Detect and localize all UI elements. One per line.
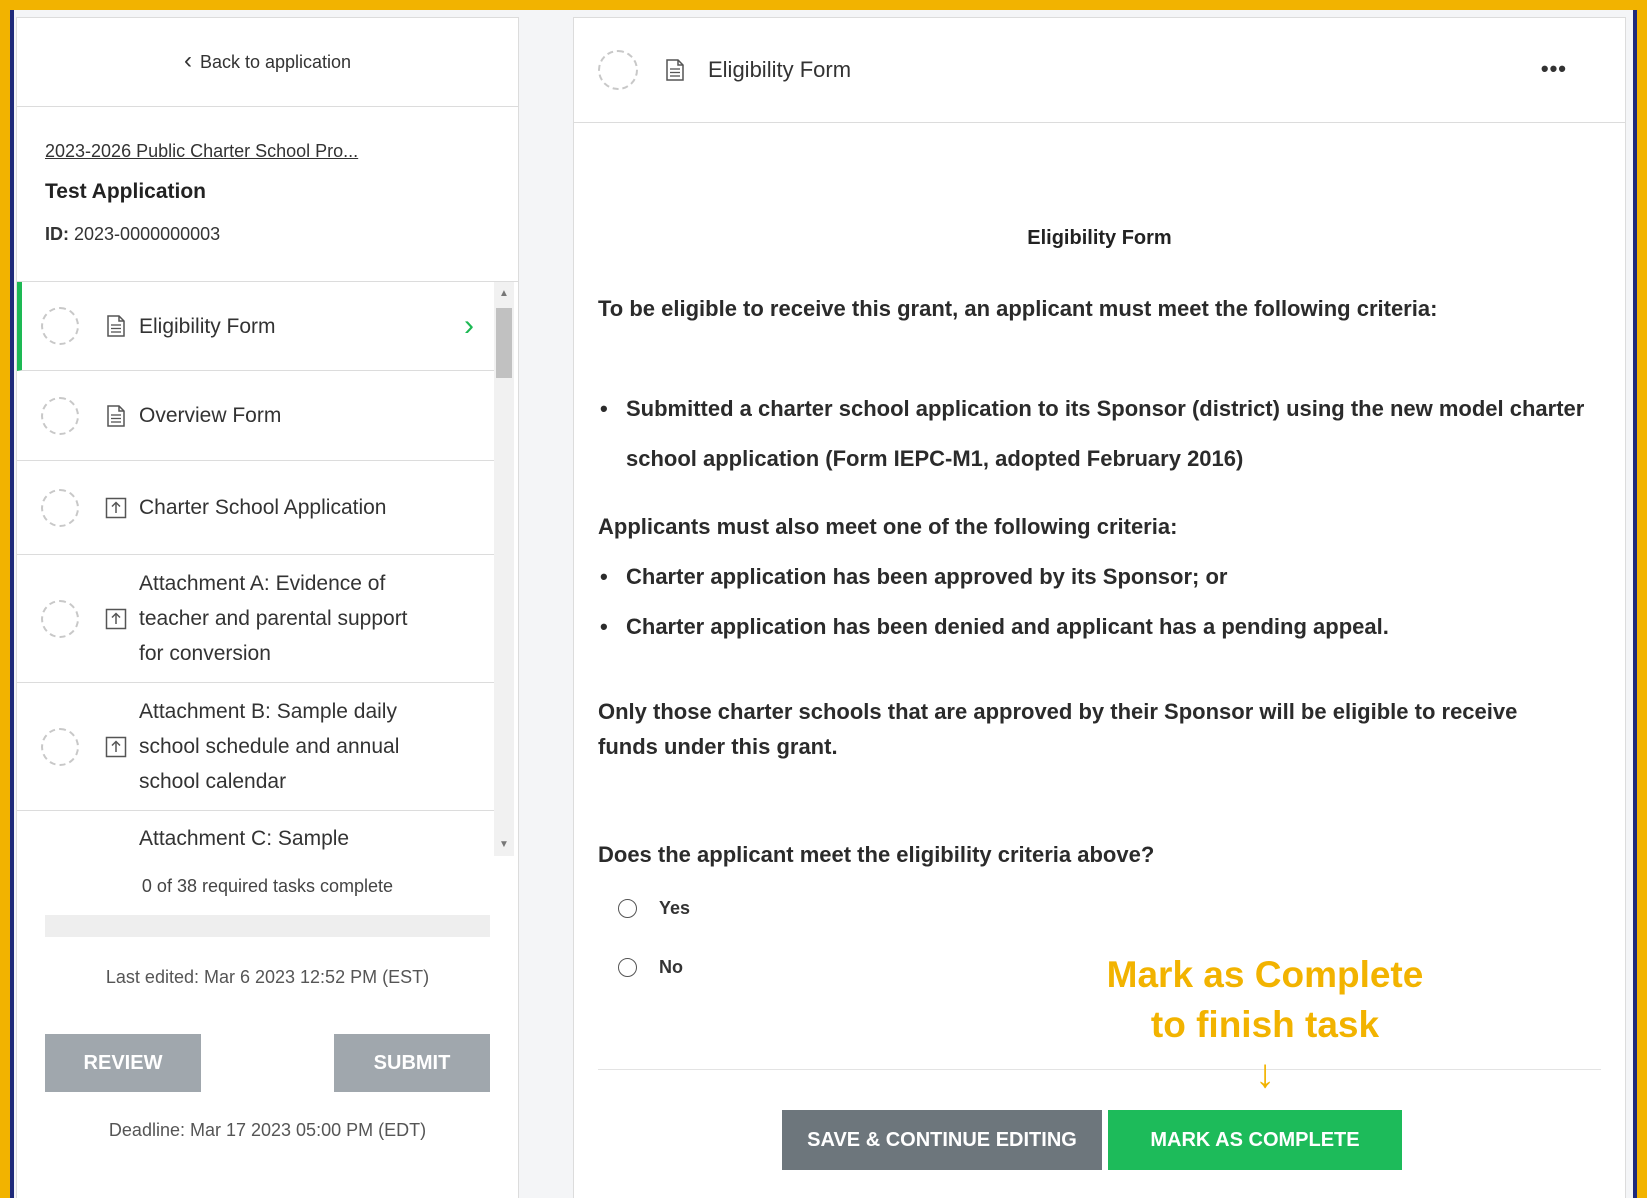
- scroll-up-icon[interactable]: ▲: [494, 288, 514, 299]
- more-options-icon[interactable]: •••: [1541, 56, 1567, 82]
- task-item-attachment-a[interactable]: Attachment A: Evidence of teacher and pa…: [17, 555, 494, 683]
- form-title: Eligibility Form: [1027, 227, 1172, 249]
- task-label: Attachment C: Sample: [139, 827, 350, 850]
- scroll-down-icon[interactable]: ▼: [494, 839, 514, 850]
- upload-icon: [105, 497, 127, 518]
- also-criteria-lead: Applicants must also meet one of the fol…: [598, 514, 1178, 539]
- task-header-title: Eligibility Form: [708, 57, 852, 82]
- radio-button[interactable]: [618, 899, 637, 918]
- task-header: Eligibility Form •••: [574, 18, 1625, 123]
- application-id: ID: 2023-0000000003: [45, 224, 490, 245]
- arrow-down-icon: ↓: [1255, 1052, 1275, 1096]
- radio-button[interactable]: [618, 958, 637, 977]
- save-continue-button[interactable]: SAVE & CONTINUE EDITING: [782, 1110, 1102, 1170]
- id-label: ID:: [45, 224, 69, 244]
- back-label: Back to application: [199, 51, 352, 72]
- radio-label: Yes: [659, 898, 691, 918]
- task-actions: SAVE & CONTINUE EDITING MARK AS COMPLETE: [782, 1110, 1402, 1170]
- task-list: Eligibility Form › Overview Form Charter…: [17, 282, 518, 856]
- also-criteria-list: Charter application has been approved by…: [598, 552, 1601, 652]
- document-icon: [107, 315, 125, 337]
- task-item-overview-form[interactable]: Overview Form: [17, 371, 494, 461]
- callout-line-2: to finish task: [1150, 1004, 1380, 1045]
- task-label: Attachment A: Evidence of teacher and pa…: [139, 572, 408, 665]
- upload-icon: [105, 736, 127, 757]
- back-to-application-link[interactable]: ‹ Back to application: [17, 18, 518, 107]
- eligibility-question: Does the applicant meet the eligibility …: [598, 842, 1155, 867]
- also-criteria-item: Charter application has been approved by…: [598, 552, 1601, 602]
- task-label: Eligibility Form: [139, 314, 276, 338]
- task-label: Attachment B: Sample daily school schedu…: [139, 700, 400, 793]
- scrollbar-thumb[interactable]: [496, 308, 512, 378]
- task-list-scrollbar[interactable]: ▲ ▼: [494, 282, 514, 856]
- status-circle-icon: [41, 307, 79, 345]
- program-link[interactable]: 2023-2026 Public Charter School Pro...: [45, 141, 490, 162]
- application-info: 2023-2026 Public Charter School Pro... T…: [17, 107, 518, 282]
- application-title: Test Application: [45, 180, 207, 203]
- task-label: Overview Form: [139, 404, 282, 427]
- status-circle-icon: [41, 599, 79, 638]
- status-circle-icon: [41, 488, 79, 527]
- task-label: Charter School Application: [139, 496, 387, 519]
- eligibility-note: Only those charter schools that are appr…: [598, 699, 1518, 759]
- status-circle-icon: [598, 50, 638, 90]
- radio-label: No: [659, 957, 683, 977]
- task-item-attachment-b[interactable]: Attachment B: Sample daily school schedu…: [17, 683, 494, 811]
- sidebar-actions: REVIEW SUBMIT: [45, 1034, 490, 1092]
- criteria-item: Submitted a charter school application t…: [598, 384, 1601, 484]
- submit-button[interactable]: SUBMIT: [334, 1034, 490, 1092]
- form-content: Eligibility Form To be eligible to recei…: [574, 227, 1625, 978]
- last-edited: Last edited: Mar 6 2023 12:52 PM (EST): [105, 967, 430, 987]
- task-item-attachment-c[interactable]: Attachment C: Sample: [17, 811, 494, 856]
- tasks-complete-count: 0 of 38 required tasks complete: [141, 876, 394, 896]
- callout-annotation: Mark as Complete to finish task ↓: [1085, 950, 1445, 1094]
- task-item-eligibility-form[interactable]: Eligibility Form ›: [17, 282, 494, 371]
- deadline: Deadline: Mar 17 2023 05:00 PM (EDT): [108, 1120, 427, 1140]
- document-icon: [666, 59, 684, 81]
- review-button[interactable]: REVIEW: [45, 1034, 201, 1092]
- chevron-right-icon: ›: [464, 309, 474, 342]
- mark-complete-button[interactable]: MARK AS COMPLETE: [1108, 1110, 1402, 1170]
- task-item-charter-school-application[interactable]: Charter School Application: [17, 461, 494, 555]
- criteria-list: Submitted a charter school application t…: [598, 384, 1601, 484]
- application-sidebar: ‹ Back to application 2023-2026 Public C…: [16, 17, 519, 1198]
- id-value: 2023-0000000003: [74, 224, 221, 244]
- chevron-left-icon: ‹: [183, 47, 192, 74]
- status-circle-icon: [41, 727, 79, 766]
- upload-icon: [105, 608, 127, 629]
- criteria-lead: To be eligible to receive this grant, an…: [598, 296, 1438, 321]
- radio-option-yes[interactable]: Yes: [618, 898, 1601, 919]
- callout-line-1: Mark as Complete: [1106, 954, 1424, 995]
- document-icon: [107, 404, 125, 427]
- also-criteria-item: Charter application has been denied and …: [598, 602, 1601, 652]
- tasks-progress-bar: [45, 915, 490, 937]
- status-circle-icon: [41, 396, 79, 435]
